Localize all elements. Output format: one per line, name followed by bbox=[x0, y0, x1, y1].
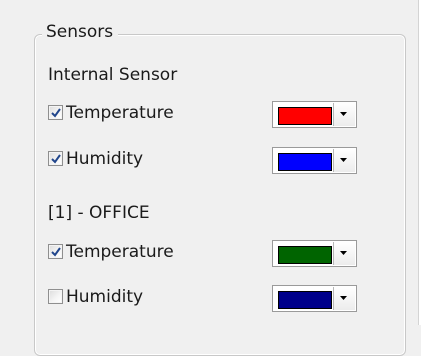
check-icon bbox=[51, 108, 61, 118]
sensor-row: Temperature bbox=[48, 101, 368, 128]
chevron-down-icon bbox=[340, 112, 347, 116]
internal-humidity-color-picker[interactable] bbox=[272, 147, 357, 174]
office-humidity-color-picker[interactable] bbox=[272, 285, 357, 312]
office-temperature-color-picker[interactable] bbox=[272, 240, 357, 267]
chevron-down-icon bbox=[340, 158, 347, 162]
internal-temperature-checkbox[interactable] bbox=[48, 105, 63, 120]
internal-temperature-label[interactable]: Temperature bbox=[66, 101, 174, 125]
section-title-internal-sensor: Internal Sensor bbox=[48, 65, 178, 85]
sensor-row: Temperature bbox=[48, 240, 368, 267]
internal-temperature-color-picker[interactable] bbox=[272, 101, 357, 128]
internal-humidity-label[interactable]: Humidity bbox=[66, 147, 143, 171]
color-swatch bbox=[278, 246, 332, 264]
color-dropdown-button[interactable] bbox=[333, 103, 355, 126]
color-dropdown-button[interactable] bbox=[333, 287, 355, 310]
color-swatch bbox=[278, 153, 332, 171]
section-title-office: [1] - OFFICE bbox=[48, 203, 150, 223]
internal-humidity-checkbox[interactable] bbox=[48, 151, 63, 166]
color-dropdown-button[interactable] bbox=[333, 242, 355, 265]
chevron-down-icon bbox=[340, 251, 347, 255]
office-humidity-label[interactable]: Humidity bbox=[66, 285, 143, 309]
color-swatch bbox=[278, 291, 332, 309]
check-icon bbox=[51, 154, 61, 164]
chevron-down-icon bbox=[340, 296, 347, 300]
office-humidity-checkbox[interactable] bbox=[48, 289, 63, 304]
office-temperature-label[interactable]: Temperature bbox=[66, 240, 174, 264]
color-swatch bbox=[278, 107, 332, 125]
sensors-group-title: Sensors bbox=[42, 21, 119, 43]
check-icon bbox=[51, 247, 61, 257]
sensor-row: Humidity bbox=[48, 285, 368, 312]
office-temperature-checkbox[interactable] bbox=[48, 244, 63, 259]
color-dropdown-button[interactable] bbox=[333, 149, 355, 172]
sensor-row: Humidity bbox=[48, 147, 368, 174]
